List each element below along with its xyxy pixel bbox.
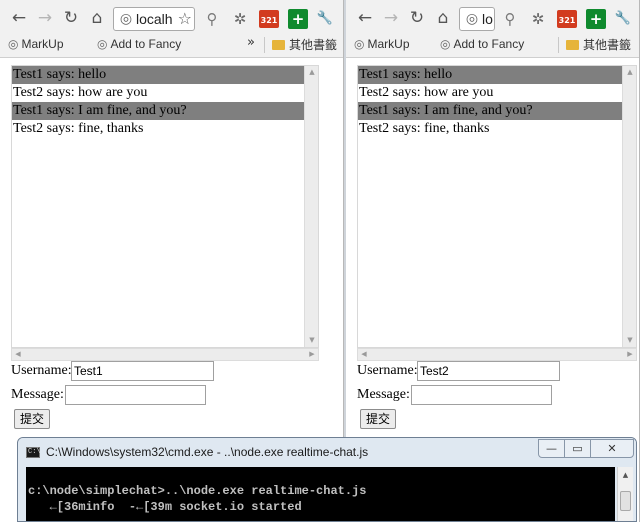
cmd-title-bar[interactable]: C:\ C:\Windows\system32\cmd.exe - ..\nod… [18, 438, 636, 466]
message-label: Message: [357, 387, 410, 402]
bookmark-label: Add to Fancy [110, 37, 182, 51]
bookmark-label: Add to Fancy [453, 37, 525, 51]
username-input[interactable] [71, 361, 214, 381]
bookmark-label: 其他書籤 [289, 38, 338, 52]
bookmark-other-folder[interactable]: 其他書籤 [566, 36, 631, 53]
bookmark-markup[interactable]: ◎ MarkUp [354, 37, 410, 51]
console-line: ←[36minfo -←[39m socket.io started [28, 500, 302, 514]
bookmark-label: MarkUp [367, 37, 410, 51]
message-row: Test2 says: fine, thanks [359, 121, 490, 136]
wrench-icon[interactable]: 🔧 [315, 9, 335, 29]
message-row-form: Message: [357, 384, 552, 406]
gear-icon[interactable]: ✲ [528, 9, 548, 29]
plus-icon[interactable]: + [586, 9, 606, 29]
scroll-right-icon[interactable]: ▶ [624, 349, 636, 360]
home-icon[interactable]: ⌂ [432, 7, 454, 29]
address-bar[interactable]: ◎ localh ☆ [113, 7, 195, 31]
browser-toolbar: ← → ↻ ⌂ ◎ localh ☆ ⚲ ✲ 321 + 🔧 ◎ MarkUp ◎… [0, 0, 343, 58]
forward-icon[interactable]: → [380, 7, 402, 29]
message-row-form: Message: [11, 384, 206, 406]
separator [558, 37, 559, 53]
globe-icon: ◎ [440, 37, 451, 51]
browser-toolbar: ← → ↻ ⌂ ◎ lo ⚲ ✲ 321 + 🔧 ◎ MarkUp ◎ Add to… [346, 0, 639, 58]
folder-icon [566, 40, 579, 50]
back-icon[interactable]: ← [354, 7, 376, 29]
message-row: Test1 says: hello [12, 66, 318, 84]
reload-icon[interactable]: ↻ [60, 7, 82, 29]
message-row: Test1 says: I am fine, and you? [12, 102, 318, 120]
forward-icon[interactable]: → [34, 7, 56, 29]
bookmark-add-to-fancy[interactable]: ◎ Add to Fancy [440, 37, 524, 51]
search-icon[interactable]: ⚲ [202, 9, 222, 29]
folder-icon [272, 40, 285, 50]
message-row: Test1 says: I am fine, and you? [358, 102, 636, 120]
gear-icon[interactable]: ✲ [230, 9, 250, 29]
message-list[interactable]: Test1 says: hello Test2 says: how are yo… [357, 65, 637, 348]
message-list[interactable]: Test1 says: hello Test2 says: how are yo… [11, 65, 319, 348]
address-text[interactable]: localh [136, 11, 173, 27]
scroll-up-icon[interactable]: ▲ [305, 66, 318, 79]
message-row: Test2 says: how are you [359, 85, 494, 100]
wrench-icon[interactable]: 🔧 [613, 9, 633, 29]
globe-icon: ◎ [465, 11, 479, 27]
bookmark-label: MarkUp [21, 37, 64, 51]
nav-row: ← → ↻ ⌂ ◎ lo ⚲ ✲ 321 + 🔧 [346, 4, 639, 32]
username-label: Username: [357, 363, 418, 378]
scroll-down-icon[interactable]: ▼ [305, 334, 318, 347]
message-input[interactable] [65, 385, 206, 405]
globe-icon: ◎ [97, 37, 108, 51]
submit-button[interactable]: 提交 [360, 409, 397, 429]
scroll-left-icon[interactable]: ◀ [12, 349, 24, 360]
username-row: Username: [357, 360, 560, 382]
maximize-button[interactable]: ▭ [564, 439, 591, 458]
bookmark-label: 其他書籤 [583, 38, 632, 52]
scroll-right-icon[interactable]: ▶ [306, 349, 318, 360]
bookmarks-bar: ◎ MarkUp ◎ Add to Fancy 其他書籤 [346, 34, 639, 56]
back-icon[interactable]: ← [8, 7, 30, 29]
reload-icon[interactable]: ↻ [406, 7, 428, 29]
search-icon[interactable]: ⚲ [500, 9, 520, 29]
message-row: Test2 says: fine, thanks [13, 121, 144, 136]
address-text[interactable]: lo [482, 11, 493, 27]
message-input[interactable] [411, 385, 552, 405]
extension-badge-icon[interactable]: 321 [557, 10, 577, 28]
console-scrollbar[interactable]: ▲ [617, 467, 633, 521]
bookmark-markup[interactable]: ◎ MarkUp [8, 37, 64, 51]
submit-button[interactable]: 提交 [14, 409, 51, 429]
globe-icon: ◎ [119, 11, 133, 27]
cmd-window[interactable]: C:\ C:\Windows\system32\cmd.exe - ..\nod… [17, 437, 637, 522]
bookmark-add-to-fancy[interactable]: ◎ Add to Fancy [97, 37, 181, 51]
address-bar[interactable]: ◎ lo [459, 7, 495, 31]
cmd-icon: C:\ [26, 447, 41, 458]
vertical-scrollbar[interactable]: ▲ ▼ [304, 66, 318, 347]
scroll-up-icon[interactable]: ▲ [623, 66, 636, 79]
bookmarks-bar: ◎ MarkUp ◎ Add to Fancy » 其他書籤 [0, 34, 343, 56]
cmd-title: C:\Windows\system32\cmd.exe - ..\node.ex… [46, 445, 369, 459]
close-button[interactable]: ✕ [590, 439, 634, 458]
globe-icon: ◎ [8, 37, 19, 51]
console-output[interactable]: c:\node\simplechat>..\node.exe realtime-… [26, 467, 615, 521]
message-label: Message: [11, 387, 64, 402]
scroll-left-icon[interactable]: ◀ [358, 349, 370, 360]
console-line: c:\node\simplechat>..\node.exe realtime-… [28, 484, 367, 498]
separator [264, 37, 265, 53]
minimize-button[interactable]: — [538, 439, 565, 458]
globe-icon: ◎ [354, 37, 365, 51]
star-icon[interactable]: ☆ [178, 9, 192, 28]
plus-icon[interactable]: + [288, 9, 308, 29]
username-row: Username: [11, 360, 214, 382]
username-label: Username: [11, 363, 72, 378]
home-icon[interactable]: ⌂ [86, 7, 108, 29]
scroll-up-icon[interactable]: ▲ [618, 467, 633, 483]
bookmark-other-folder[interactable]: 其他書籤 [272, 36, 337, 53]
vertical-scrollbar[interactable]: ▲ ▼ [622, 66, 636, 347]
message-row: Test2 says: how are you [13, 85, 148, 100]
message-row: Test1 says: hello [358, 66, 636, 84]
scroll-down-icon[interactable]: ▼ [623, 334, 636, 347]
nav-row: ← → ↻ ⌂ ◎ localh ☆ ⚲ ✲ 321 + 🔧 [0, 4, 343, 32]
scroll-thumb[interactable] [620, 491, 631, 511]
username-input[interactable] [417, 361, 560, 381]
chevron-more-icon[interactable]: » [247, 35, 255, 50]
extension-badge-icon[interactable]: 321 [259, 10, 279, 28]
